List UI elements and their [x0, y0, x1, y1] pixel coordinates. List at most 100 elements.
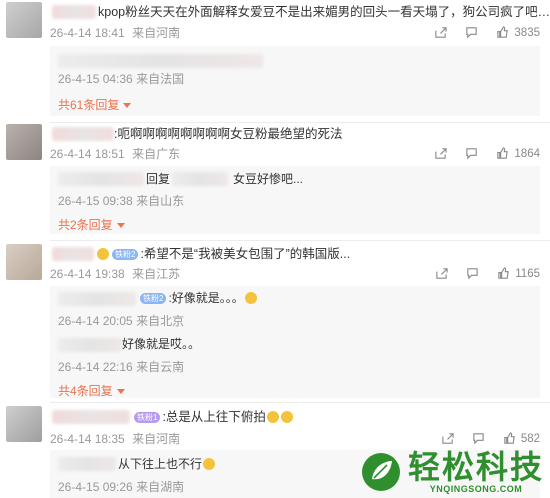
- comment-date: 26-4-14 19:38: [50, 267, 125, 281]
- comment-location: 来自江苏: [132, 267, 181, 281]
- emoji-icon: [203, 458, 216, 470]
- username[interactable]: [52, 410, 130, 424]
- reply-text: 好像就是哎。。: [122, 337, 201, 351]
- more-replies-label: 共2条回复: [58, 218, 113, 232]
- reply-prefix: 回复: [146, 172, 171, 186]
- watermark-subtitle: YNQINGSONG.COM: [429, 484, 523, 494]
- comment-actions: 3835: [434, 26, 540, 39]
- thumbs-up-icon: [496, 26, 509, 39]
- reply-username[interactable]: [58, 457, 116, 471]
- reply-location: 来自山东: [136, 194, 185, 208]
- avatar[interactable]: [6, 2, 42, 38]
- like-count: 3835: [514, 26, 540, 39]
- reply-text: 从下往上也不行: [118, 456, 216, 472]
- reply-location: 来自云南: [136, 360, 185, 374]
- reply-location: 来自法国: [136, 72, 185, 86]
- chevron-down-icon: [116, 222, 125, 228]
- reply-date: 26-4-14 22:16: [58, 360, 133, 374]
- reply-meta: 26-4-15 09:38 来自山东: [58, 192, 184, 209]
- reply-username[interactable]: [58, 54, 263, 68]
- reply-target-username[interactable]: [172, 172, 228, 186]
- fan-badge[interactable]: 铁粉1: [134, 412, 161, 424]
- reply-date: 26-4-15 09:38: [58, 194, 133, 208]
- thumbs-up-icon: [496, 147, 509, 160]
- reply-meta: 26-4-14 22:16 来自云南: [58, 358, 184, 375]
- username[interactable]: [52, 5, 96, 19]
- comment-date: 26-4-14 18:41: [50, 26, 125, 40]
- reply-block: 26-4-15 04:36 来自法国 共61条回复: [50, 46, 540, 116]
- comment-location: 来自河南: [132, 432, 181, 446]
- reply-block: 回复 女豆好惨吧... 26-4-15 09:38 来自山东 共2条回复: [50, 166, 540, 234]
- thumbs-up-icon: [503, 432, 516, 445]
- fan-badge[interactable]: 铁粉2: [112, 249, 139, 261]
- more-replies-link[interactable]: 共4条回复: [58, 382, 125, 399]
- emoji-icon: [280, 411, 293, 423]
- comment-icon[interactable]: [472, 432, 485, 445]
- reply-body: :好像就是。。。: [168, 291, 244, 305]
- comment-meta: 26-4-14 19:38 来自江苏: [50, 267, 184, 281]
- reply-text: 女豆好惨吧...: [233, 172, 304, 186]
- reply-meta: 26-4-14 22:16 26-4-14 20:05 来自北京: [58, 312, 184, 329]
- comment-location: 来自广东: [132, 147, 181, 161]
- like-button[interactable]: 1864: [496, 147, 540, 160]
- share-icon[interactable]: [434, 147, 448, 160]
- thumbs-up-icon: [497, 267, 510, 280]
- leaf-logo-icon: [361, 453, 400, 491]
- comment-text: :呃啊啊啊啊啊啊啊啊女豆粉最绝望的死法: [114, 127, 343, 141]
- comment-body: :总是从上往下俯拍: [162, 410, 266, 424]
- fan-badge[interactable]: 铁粉2: [140, 293, 167, 305]
- comment-text: 铁粉2:希望不是“我被美女包围了”的韩国版...: [96, 246, 350, 262]
- like-count: 1864: [514, 147, 540, 160]
- reply-username[interactable]: [58, 172, 144, 186]
- reply-location: 来自北京: [136, 314, 185, 328]
- reply-block: 铁粉2:好像就是。。。 26-4-14 22:16 26-4-14 20:05 …: [50, 286, 540, 398]
- avatar[interactable]: [6, 124, 42, 160]
- reply-body: 从下往上也不行: [118, 457, 203, 471]
- reply-date: 26-4-14 20:05: [58, 314, 133, 328]
- comment-icon[interactable]: [465, 147, 478, 160]
- like-count: 1165: [515, 267, 540, 280]
- avatar[interactable]: [6, 244, 42, 280]
- emoji-icon: [97, 248, 109, 260]
- more-replies-link[interactable]: 共2条回复: [58, 216, 125, 233]
- comment-text: kpop粉丝天天在外面解释女爱豆不是出来媚男的回头一看天塌了，狗公司疯了吧……: [98, 5, 550, 19]
- reply-location: 来自湖南: [136, 480, 185, 494]
- more-replies-link[interactable]: 共61条回复: [58, 96, 132, 113]
- reply-username[interactable]: [58, 338, 122, 352]
- like-button[interactable]: 1165: [497, 267, 540, 280]
- comment-meta: 26-4-14 18:41 来自河南: [50, 26, 184, 40]
- comment-meta: 26-4-14 18:51 来自广东: [50, 147, 184, 161]
- avatar[interactable]: [6, 406, 42, 442]
- reply-date: 26-4-15 04:36: [58, 72, 133, 86]
- reply-meta: 26-4-15 09:26 来自湖南: [58, 478, 184, 495]
- reply-username[interactable]: [58, 292, 136, 306]
- comment-date: 26-4-14 18:35: [50, 432, 125, 446]
- comment-location: 来自河南: [132, 26, 181, 40]
- emoji-icon: [244, 292, 257, 304]
- comment-actions: 1864: [434, 147, 540, 160]
- share-icon[interactable]: [434, 26, 448, 39]
- share-icon[interactable]: [441, 432, 454, 445]
- emoji-icon: [266, 411, 279, 423]
- reply-date: 26-4-15 09:26: [58, 480, 133, 494]
- like-button[interactable]: 3835: [496, 26, 540, 39]
- like-button[interactable]: 582: [503, 432, 540, 445]
- comment-icon[interactable]: [465, 26, 478, 39]
- like-count: 582: [520, 432, 540, 445]
- more-replies-label: 共4条回复: [58, 384, 113, 398]
- watermark-title: 轻松科技: [407, 448, 544, 486]
- more-replies-label: 共61条回复: [58, 98, 120, 112]
- comment-meta: 26-4-14 18:35 来自河南: [50, 432, 184, 446]
- reply-text: 铁粉2:好像就是。。。: [138, 290, 258, 306]
- username[interactable]: [52, 127, 114, 141]
- username[interactable]: [52, 247, 94, 261]
- comment-text: 铁粉1:总是从上往下俯拍: [132, 409, 294, 425]
- share-icon[interactable]: [435, 267, 448, 280]
- comment-2: :呃啊啊啊啊啊啊啊啊女豆粉最绝望的死法 26-4-14 18:51 来自广东 1…: [0, 122, 550, 240]
- comment-icon[interactable]: [466, 267, 479, 280]
- comment-body: :希望不是“我被美女包围了”的韩国版...: [140, 247, 351, 261]
- comment-actions: 582: [441, 432, 540, 445]
- chevron-down-icon: [123, 102, 132, 108]
- comment-3: 铁粉2:希望不是“我被美女包围了”的韩国版... 26-4-14 19:38 来…: [0, 240, 550, 402]
- reply-meta: 26-4-15 04:36 来自法国: [58, 70, 184, 87]
